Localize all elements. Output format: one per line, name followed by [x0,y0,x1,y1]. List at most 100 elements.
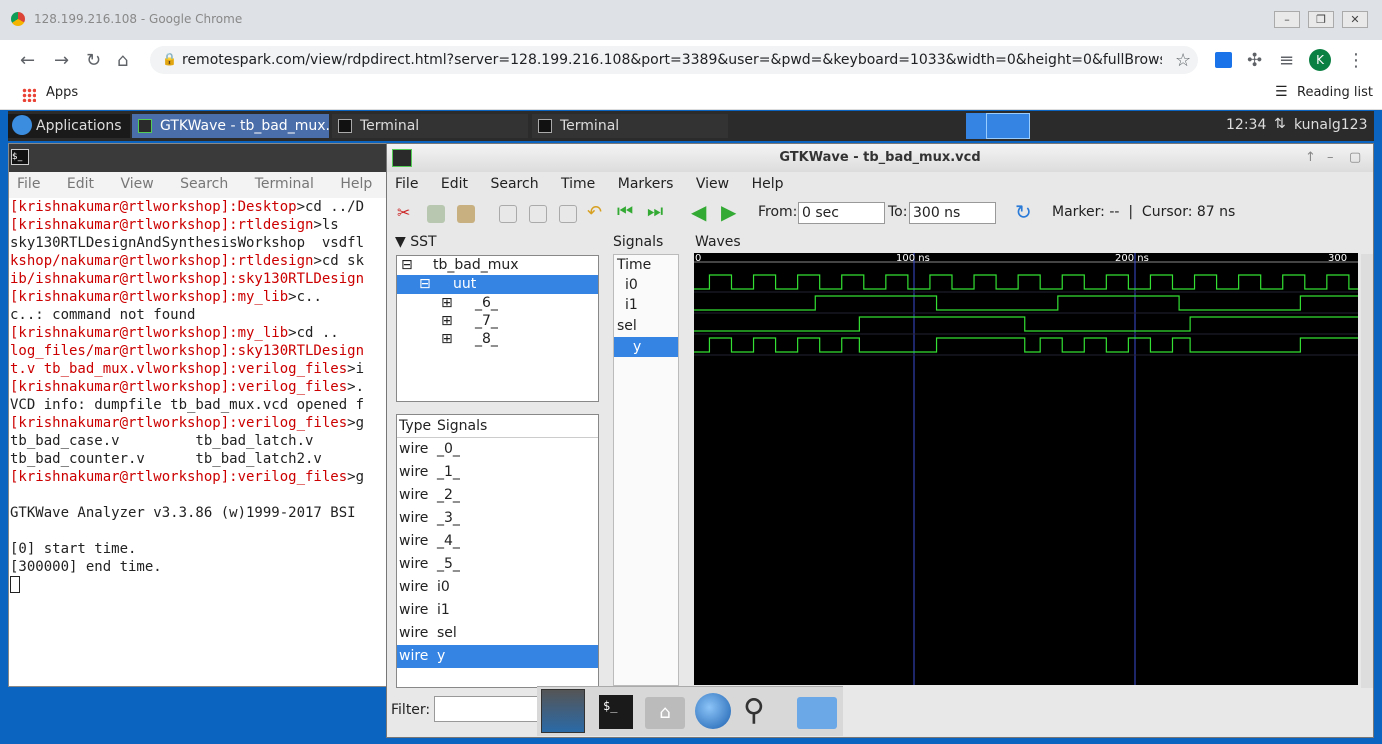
applications-menu[interactable]: Applications [8,114,130,138]
tree-label: _7_ [475,313,498,329]
menu-file[interactable]: File [395,176,418,192]
media-icon[interactable]: ≡ [1279,50,1294,71]
expand-icon[interactable]: ⊞ [441,330,453,348]
user-name[interactable]: kunalg123 [1294,117,1368,133]
tree-node-8[interactable]: ⊞ _8_ [397,330,598,348]
signal-list[interactable]: Type Signals wire _0_ wire _1_ wire _2_ wire _3… [396,414,599,688]
wave-signal-i0[interactable]: i0 [614,275,678,295]
workspace-1[interactable] [966,113,986,139]
window-maximize-icon[interactable]: ▢ [1349,144,1361,172]
to-input[interactable]: 300 ns [909,202,996,224]
wave-signal-sel[interactable]: sel [614,316,678,337]
signal-row[interactable]: wire y [397,645,598,668]
last-icon[interactable]: ⏭ [647,201,665,222]
tree-node-6[interactable]: ⊞ _6_ [397,294,598,312]
task-terminal-2[interactable]: Terminal [532,114,728,138]
copy-icon[interactable] [427,205,445,223]
tree-node-7[interactable]: ⊞ _7_ [397,312,598,330]
signal-row[interactable]: wire _0_ [397,438,598,461]
next-icon[interactable]: ▶ [721,200,739,224]
signals-pane[interactable]: Time i0 i1 sel y [613,254,679,686]
signal-row[interactable]: wire sel [397,622,598,645]
prev-icon[interactable]: ◀ [691,200,709,224]
reading-list-link[interactable]: Reading list [1297,85,1373,100]
reload-icon[interactable]: ↻ [86,50,101,71]
extension-icon[interactable] [1215,52,1232,68]
expand-icon[interactable]: ⊞ [441,294,453,312]
signal-row[interactable]: wire _2_ [397,484,598,507]
terminal-menu-terminal[interactable]: Terminal [255,176,314,192]
menu-help[interactable]: Help [752,176,784,192]
puzzle-icon[interactable]: ✣ [1247,50,1262,71]
from-input[interactable]: 0 sec [798,202,885,224]
signal-row[interactable]: wire _4_ [397,530,598,553]
gtkwave-menubar: File Edit Search Time Markers View Help [387,172,1373,198]
vertical-scrollbar[interactable] [1361,254,1373,688]
signal-list-header: Type Signals [397,415,598,438]
reading-list-icon[interactable]: ☰ [1275,84,1288,100]
terminal-menu-help[interactable]: Help [340,176,372,192]
signals-header[interactable]: Signals [437,415,487,438]
search-icon[interactable]: ⚲ [743,693,765,728]
tree-node-uut[interactable]: ⊟ uut [397,275,598,294]
expand-icon[interactable]: ⊞ [441,312,453,330]
terminal-output[interactable]: [krishnakumar@rtlworkshop]:Desktop>cd ..… [9,198,387,593]
terminal-menu-file[interactable]: File [17,176,40,192]
forward-icon[interactable]: → [54,50,69,71]
signal-row[interactable]: wire _5_ [397,553,598,576]
wave-signal-time[interactable]: Time [614,255,678,275]
restore-button[interactable]: ❐ [1308,11,1334,28]
signal-row[interactable]: wire _3_ [397,507,598,530]
home-icon[interactable]: ⌂ [117,50,128,71]
sst-tree[interactable]: ⊟ tb_bad_mux ⊟ uut ⊞ _6_ ⊞ _7_ ⊞ _8_ [396,255,599,402]
menu-search[interactable]: Search [490,176,538,192]
back-icon[interactable]: ← [20,50,35,71]
menu-time[interactable]: Time [561,176,595,192]
terminal-menu-search[interactable]: Search [180,176,228,192]
home-folder-icon[interactable]: ⌂ [645,697,685,729]
tree-node-tb-bad-mux[interactable]: ⊟ tb_bad_mux [397,256,598,275]
terminal-menu-edit[interactable]: Edit [67,176,94,192]
collapse-icon[interactable]: ⊟ [401,256,413,275]
menu-view[interactable]: View [696,176,729,192]
cut-icon[interactable]: ✂ [397,203,415,222]
paste-icon[interactable] [457,205,475,223]
browser-icon[interactable] [695,693,731,729]
wave-signal-y[interactable]: y [614,337,678,357]
apps-link[interactable]: Apps [46,85,78,100]
terminal-line: [krishnakumar@rtlworkshop]:verilog_files… [9,378,387,396]
collapse-icon[interactable]: ⊟ [419,275,431,294]
close-button[interactable]: ✕ [1342,11,1368,28]
show-desktop-icon[interactable] [541,689,585,733]
window-minimize-icon[interactable]: – [1327,144,1334,172]
workspace-2[interactable] [986,113,1030,139]
zoom-fit-icon[interactable] [499,205,517,223]
terminal-launcher-icon[interactable]: $_ [599,695,633,729]
menu-edit[interactable]: Edit [441,176,468,192]
url-bar[interactable]: 🔒 remotespark.com/view/rdpdirect.html?se… [150,46,1198,74]
refresh-icon[interactable]: ↻ [1015,200,1033,224]
filter-input[interactable] [434,696,554,722]
undo-icon[interactable]: ↶ [587,202,605,223]
avatar[interactable]: K [1309,49,1331,71]
task-terminal-1[interactable]: Terminal [332,114,528,138]
signal-row[interactable]: wire _1_ [397,461,598,484]
signal-row[interactable]: wire i0 [397,576,598,599]
wave-signal-i1[interactable]: i1 [614,295,678,316]
task-gtkwave[interactable]: GTKWave - tb_bad_mux... [132,114,329,138]
terminal-menu-view[interactable]: View [120,176,153,192]
sst-label[interactable]: ▼ SST [395,234,437,250]
waves-canvas[interactable]: 0 100 ns 200 ns 300 [694,253,1358,685]
zoom-out-icon[interactable] [559,205,577,223]
star-icon[interactable]: ☆ [1175,50,1191,71]
minimize-button[interactable]: – [1274,11,1300,28]
window-up-icon[interactable]: ↑ [1305,144,1316,172]
zoom-in-icon[interactable] [529,205,547,223]
more-icon[interactable]: ⋮ [1347,50,1365,71]
type-header[interactable]: Type [399,415,431,438]
first-icon[interactable]: ⏮ [617,201,635,222]
signal-row[interactable]: wire i1 [397,599,598,622]
apps-icon[interactable] [22,88,36,102]
folder-icon[interactable] [797,697,837,729]
menu-markers[interactable]: Markers [618,176,674,192]
